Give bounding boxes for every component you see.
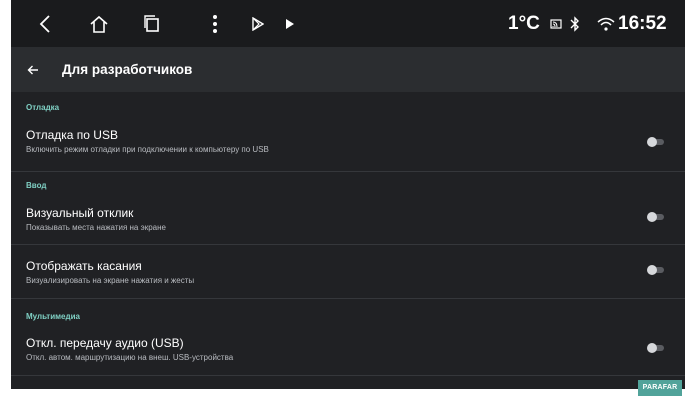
usb-debugging-toggle[interactable]: [647, 137, 665, 147]
back-arrow-icon[interactable]: [35, 0, 55, 47]
section-header-input: Ввод: [26, 181, 47, 190]
setting-row-visual-feedback[interactable]: Визуальный отклик Показывать места нажат…: [11, 195, 685, 244]
setting-summary: Откл. автом. маршрутизацию на внеш. USB-…: [26, 353, 234, 362]
android-screen: 1°C 16:52 Для разработчиков Отладка Отла…: [11, 0, 685, 389]
setting-row-disable-usb-audio[interactable]: Откл. передачу аудио (USB) Откл. автом. …: [11, 325, 685, 375]
app-bar: Для разработчиков: [11, 47, 685, 92]
divider: [11, 298, 685, 299]
watermark-badge: PARAFAR: [638, 380, 682, 396]
section-header-debug: Отладка: [26, 103, 60, 112]
clock: 16:52: [618, 13, 667, 34]
divider: [11, 171, 685, 172]
setting-title: Отображать касания: [26, 259, 142, 273]
toggle-thumb: [647, 137, 657, 147]
status-bar: 1°C 16:52: [11, 0, 685, 47]
setting-title: Визуальный отклик: [26, 206, 134, 220]
setting-row-usb-debugging[interactable]: Отладка по USB Включить режим отладки пр…: [11, 118, 685, 171]
bluetooth-icon: [568, 0, 582, 47]
setting-summary: Показывать места нажатия на экране: [26, 223, 166, 232]
play-icon: [283, 0, 297, 47]
cast-icon: [549, 0, 563, 47]
arrow-left-icon[interactable]: [27, 47, 39, 92]
temperature-label: 1°C: [508, 13, 540, 34]
section-header-multimedia: Мультимедиа: [26, 312, 80, 321]
recent-apps-icon[interactable]: [142, 0, 162, 47]
home-icon[interactable]: [87, 0, 111, 47]
show-touches-toggle[interactable]: [647, 265, 665, 275]
disable-usb-audio-toggle[interactable]: [647, 343, 665, 353]
visual-feedback-toggle[interactable]: [647, 212, 665, 222]
play-store-icon: [251, 0, 265, 47]
more-vert-icon[interactable]: [209, 0, 221, 47]
setting-title: Отладка по USB: [26, 128, 118, 142]
setting-row-show-touches[interactable]: Отображать касания Визуализировать на эк…: [11, 245, 685, 297]
setting-title: Откл. передачу аудио (USB): [26, 336, 184, 350]
wifi-icon: [596, 0, 616, 47]
toggle-thumb: [647, 343, 657, 353]
setting-summary: Визуализировать на экране нажатия и жест…: [26, 276, 195, 285]
page-title: Для разработчиков: [62, 62, 193, 77]
toggle-thumb: [647, 212, 657, 222]
setting-summary: Включить режим отладки при подключении к…: [26, 145, 269, 154]
toggle-thumb: [647, 265, 657, 275]
divider: [11, 375, 685, 376]
